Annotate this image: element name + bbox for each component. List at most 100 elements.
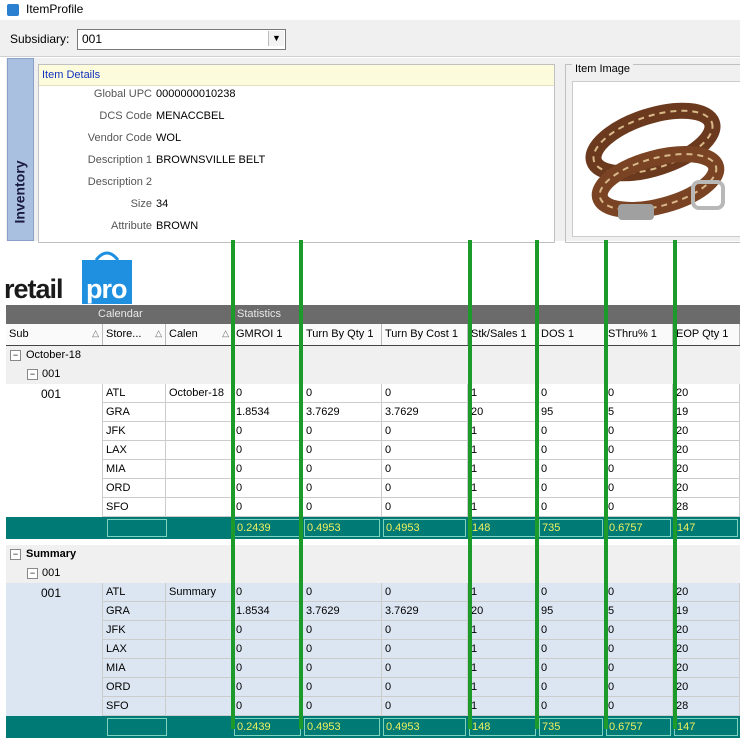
table-row[interactable]: SFO 0 0 0 1 0 0 28 bbox=[6, 498, 740, 517]
table-cell: 0 bbox=[605, 498, 673, 517]
group-header-row: Calendar Statistics bbox=[6, 305, 740, 325]
subsidiary-select[interactable]: 001 ▼ bbox=[77, 29, 286, 50]
column-header-label: GMROI 1 bbox=[236, 328, 283, 340]
table-cell: MIA bbox=[103, 659, 166, 678]
totals-value: 0.4953 bbox=[386, 721, 420, 733]
table-cell: 20 bbox=[468, 403, 538, 422]
table-cell: 0 bbox=[233, 441, 303, 460]
cell-value: 0 bbox=[608, 624, 615, 636]
table-cell: 0 bbox=[538, 640, 605, 659]
inventory-tab[interactable]: Inventory bbox=[7, 58, 34, 241]
table-row[interactable]: LAX 0 0 0 1 0 0 20 bbox=[6, 640, 740, 659]
column-header-label: Calen bbox=[169, 328, 198, 340]
cell-value: 0 bbox=[306, 387, 313, 399]
cell-value: 20 bbox=[676, 681, 689, 693]
column-header[interactable]: Turn By Cost 1 bbox=[382, 324, 468, 345]
cell-value: 0 bbox=[306, 444, 313, 456]
table-cell: 20 bbox=[673, 583, 740, 602]
sort-icon[interactable]: △ bbox=[92, 328, 99, 339]
table-cell: 0 bbox=[303, 621, 382, 640]
chevron-down-icon[interactable]: ▼ bbox=[268, 31, 284, 46]
table-cell: 0 bbox=[605, 659, 673, 678]
detail-value: BROWN bbox=[156, 220, 199, 232]
cell-value: SFO bbox=[106, 700, 129, 712]
table-cell: 1 bbox=[468, 441, 538, 460]
table-row[interactable]: ATL Summary 0 0 0 1 0 0 20 bbox=[6, 583, 740, 602]
cell-value: 95 bbox=[541, 406, 554, 418]
sort-icon[interactable]: △ bbox=[155, 328, 162, 339]
table-cell: ATL bbox=[103, 384, 166, 403]
cell-value: GRA bbox=[106, 605, 130, 617]
subgroup-row[interactable]: −001 bbox=[6, 564, 740, 584]
cell-value: 0 bbox=[541, 463, 548, 475]
column-header[interactable]: Calen △ bbox=[166, 324, 233, 345]
table-cell: 0 bbox=[382, 659, 468, 678]
cell-value: 0 bbox=[541, 643, 548, 655]
table-cell: 0 bbox=[303, 384, 382, 403]
table-row[interactable]: JFK 0 0 0 1 0 0 20 bbox=[6, 621, 740, 640]
collapse-icon[interactable]: − bbox=[10, 549, 21, 560]
table-cell: 0 bbox=[382, 479, 468, 498]
table-row[interactable]: ORD 0 0 0 1 0 0 20 bbox=[6, 678, 740, 697]
totals-value: 0.4953 bbox=[307, 522, 341, 534]
column-header[interactable]: Stk/Sales 1 bbox=[468, 324, 538, 345]
table-cell bbox=[166, 422, 233, 441]
cell-value: 0 bbox=[236, 700, 243, 712]
collapse-icon[interactable]: − bbox=[10, 350, 21, 361]
table-row[interactable]: GRA 1.8534 3.7629 3.7629 20 95 5 19 bbox=[6, 602, 740, 621]
table-cell: 20 bbox=[673, 659, 740, 678]
table-cell: 1 bbox=[468, 697, 538, 716]
subgroup-row[interactable]: −001 bbox=[6, 365, 740, 385]
collapse-icon[interactable]: − bbox=[27, 568, 38, 579]
cell-value: Summary bbox=[169, 586, 217, 598]
table-cell: 1 bbox=[468, 384, 538, 403]
subsidiary-bar: Subsidiary: 001 ▼ bbox=[0, 20, 740, 57]
table-cell: Summary bbox=[166, 583, 233, 602]
table-cell: 20 bbox=[673, 384, 740, 403]
cell-value: 0 bbox=[385, 700, 392, 712]
window-title: ItemProfile bbox=[26, 2, 84, 16]
group-row[interactable]: − October-18 bbox=[6, 346, 740, 366]
table-row[interactable]: MIA 0 0 0 1 0 0 20 bbox=[6, 659, 740, 678]
column-header[interactable]: Sub △ bbox=[6, 324, 103, 345]
cell-value: 0 bbox=[236, 387, 243, 399]
column-header[interactable]: EOP Qty 1 bbox=[673, 324, 740, 345]
column-header[interactable]: Store... △ bbox=[103, 324, 166, 345]
table-row[interactable]: SFO 0 0 0 1 0 0 28 bbox=[6, 697, 740, 716]
table-cell: 0 bbox=[605, 422, 673, 441]
table-cell: 0 bbox=[233, 697, 303, 716]
table-cell: LAX bbox=[103, 640, 166, 659]
table-cell: 0 bbox=[303, 460, 382, 479]
table-row[interactable]: GRA 1.8534 3.7629 3.7629 20 95 5 19 bbox=[6, 403, 740, 422]
table-row[interactable]: ORD 0 0 0 1 0 0 20 bbox=[6, 479, 740, 498]
column-header[interactable]: DOS 1 bbox=[538, 324, 605, 345]
table-cell: 0 bbox=[538, 441, 605, 460]
detail-row: Global UPC 0000000010238 bbox=[39, 85, 554, 107]
table-row[interactable]: ATL October-18 0 0 0 1 0 0 20 bbox=[6, 384, 740, 403]
detail-row: Vendor Code WOL bbox=[39, 129, 554, 151]
cell-value: October-18 bbox=[169, 387, 225, 399]
title-bar: ItemProfile bbox=[0, 0, 740, 18]
collapse-icon[interactable]: − bbox=[27, 369, 38, 380]
totals-row: 0.2439 0.4953 0.4953 148 735 0.6757 147 bbox=[6, 716, 740, 738]
cell-value: 0 bbox=[541, 425, 548, 437]
cell-value: 0 bbox=[385, 662, 392, 674]
table-cell: 0 bbox=[233, 678, 303, 697]
sort-icon[interactable]: △ bbox=[222, 328, 229, 339]
table-cell: 0 bbox=[233, 583, 303, 602]
column-header[interactable]: Turn By Qty 1 bbox=[303, 324, 382, 345]
table-cell bbox=[166, 479, 233, 498]
table-cell: 0 bbox=[538, 479, 605, 498]
table-cell: 0 bbox=[605, 640, 673, 659]
column-header-label: EOP Qty 1 bbox=[676, 328, 729, 340]
table-cell: ATL bbox=[103, 583, 166, 602]
column-header[interactable]: SThru% 1 bbox=[605, 324, 673, 345]
group-row[interactable]: − Summary bbox=[6, 545, 740, 565]
cell-value: 0 bbox=[385, 501, 392, 513]
table-row[interactable]: JFK 0 0 0 1 0 0 20 bbox=[6, 422, 740, 441]
table-row[interactable]: LAX 0 0 0 1 0 0 20 bbox=[6, 441, 740, 460]
table-row[interactable]: MIA 0 0 0 1 0 0 20 bbox=[6, 460, 740, 479]
column-header[interactable]: GMROI 1 bbox=[233, 324, 303, 345]
table-cell: 0 bbox=[605, 460, 673, 479]
table-cell: 0 bbox=[233, 384, 303, 403]
